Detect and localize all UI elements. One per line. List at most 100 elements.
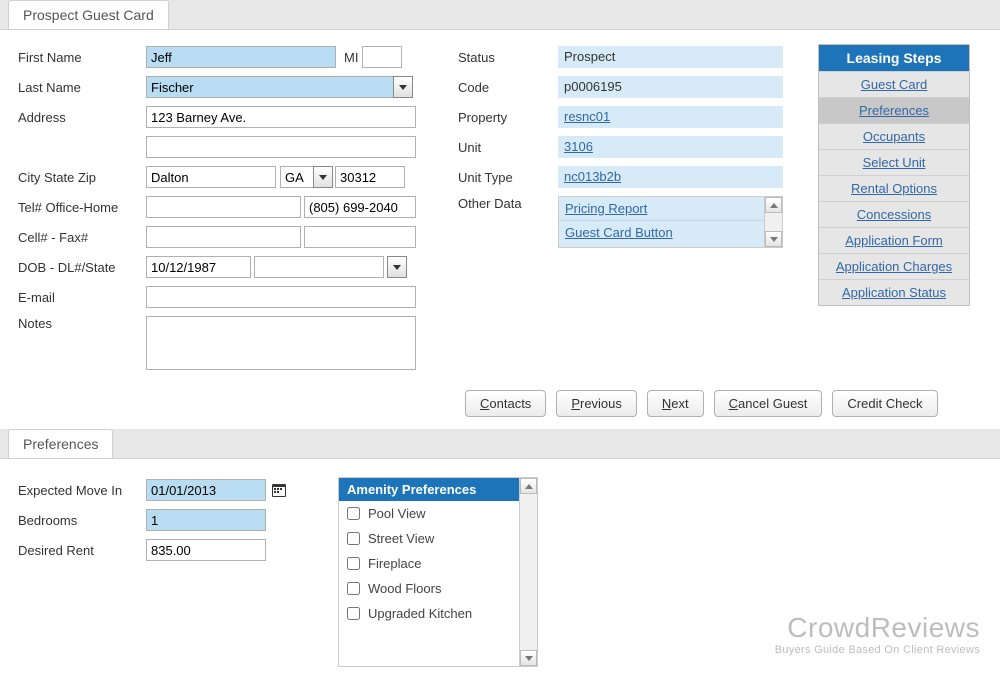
- address-input[interactable]: [146, 106, 416, 128]
- other-data-row: Guest Card Button: [559, 221, 782, 245]
- leasing-item-concessions[interactable]: Concessions: [819, 201, 969, 227]
- property-link[interactable]: resnc01: [564, 109, 610, 124]
- last-name-label: Last Name: [18, 80, 146, 95]
- amenity-label: Wood Floors: [368, 581, 441, 596]
- scroll-up-button[interactable]: [765, 197, 782, 213]
- leasing-item-preferences[interactable]: Preferences: [819, 97, 969, 123]
- chevron-down-icon: [399, 85, 407, 90]
- cancel-button[interactable]: Cancel Guest: [714, 390, 823, 417]
- rent-input[interactable]: [146, 539, 266, 561]
- streetview-checkbox[interactable]: [347, 532, 360, 545]
- bedrooms-label: Bedrooms: [18, 513, 146, 528]
- scroll-down-button[interactable]: [520, 650, 537, 666]
- unit-value: 3106: [558, 136, 783, 158]
- amenity-item-woodfloors[interactable]: Wood Floors: [339, 576, 537, 601]
- unit-link[interactable]: 3106: [564, 139, 593, 154]
- calendar-icon[interactable]: [270, 481, 288, 499]
- dlnum-input[interactable]: [254, 256, 384, 278]
- leasing-item-rentaloptions[interactable]: Rental Options: [819, 175, 969, 201]
- first-name-label: First Name: [18, 50, 146, 65]
- amenity-scrollbar[interactable]: [519, 478, 537, 666]
- rent-label: Desired Rent: [18, 543, 146, 558]
- email-label: E-mail: [18, 290, 146, 305]
- scroll-up-button[interactable]: [520, 478, 537, 494]
- amenity-label: Fireplace: [368, 556, 421, 571]
- bedrooms-input[interactable]: [146, 509, 266, 531]
- last-name-input[interactable]: [146, 76, 394, 98]
- chevron-down-icon: [525, 656, 533, 661]
- leasing-item-guestcard[interactable]: Guest Card: [819, 71, 969, 97]
- leasing-steps-panel: Leasing Steps Guest Card Preferences Occ…: [818, 44, 970, 306]
- amenity-label: Upgraded Kitchen: [368, 606, 472, 621]
- amenity-item-upgradedkitchen[interactable]: Upgraded Kitchen: [339, 601, 537, 626]
- otherdata-label: Other Data: [458, 196, 558, 211]
- address2-input[interactable]: [146, 136, 416, 158]
- email-input[interactable]: [146, 286, 416, 308]
- csz-label: City State Zip: [18, 170, 146, 185]
- leasing-item-selectunit[interactable]: Select Unit: [819, 149, 969, 175]
- leasing-item-appstatus[interactable]: Application Status: [819, 279, 969, 305]
- chevron-up-icon: [770, 203, 778, 208]
- amenity-preferences-box: Amenity Preferences Pool View Street Vie…: [338, 477, 538, 667]
- guest-card-title: Prospect Guest Card: [8, 0, 169, 29]
- dob-label: DOB - DL#/State: [18, 260, 146, 275]
- last-name-dropdown[interactable]: [393, 76, 413, 98]
- first-name-input[interactable]: [146, 46, 336, 68]
- watermark: CrowdReviews Buyers Guide Based On Clien…: [775, 612, 980, 656]
- leasing-item-occupants[interactable]: Occupants: [819, 123, 969, 149]
- chevron-down-icon: [770, 237, 778, 242]
- zip-input[interactable]: [335, 166, 405, 188]
- tel-office-input[interactable]: [146, 196, 301, 218]
- guest-card-header: Prospect Guest Card: [0, 0, 1000, 30]
- guest-card-button-link[interactable]: Guest Card Button: [565, 225, 673, 240]
- property-label: Property: [458, 110, 558, 125]
- middle-column: Status Prospect Code p0006195 Property r…: [458, 44, 798, 374]
- dlstate-dropdown[interactable]: [387, 256, 407, 278]
- fax-input[interactable]: [304, 226, 416, 248]
- upgradedkitchen-checkbox[interactable]: [347, 607, 360, 620]
- guest-card-body: First Name MI Last Name Address City Sta…: [0, 30, 1000, 384]
- tel-label: Tel# Office-Home: [18, 200, 146, 215]
- notes-textarea[interactable]: [146, 316, 416, 370]
- fireplace-checkbox[interactable]: [347, 557, 360, 570]
- property-value: resnc01: [558, 106, 783, 128]
- right-column: Leasing Steps Guest Card Preferences Occ…: [818, 44, 990, 374]
- state-input[interactable]: [280, 166, 314, 188]
- amenity-label: Street View: [368, 531, 434, 546]
- poolview-checkbox[interactable]: [347, 507, 360, 520]
- movein-input[interactable]: [146, 479, 266, 501]
- next-button[interactable]: Next: [647, 390, 704, 417]
- amenity-header: Amenity Preferences: [339, 478, 537, 501]
- pricing-report-link[interactable]: Pricing Report: [565, 201, 647, 216]
- woodfloors-checkbox[interactable]: [347, 582, 360, 595]
- scroll-down-button[interactable]: [765, 231, 782, 247]
- amenity-label: Pool View: [368, 506, 426, 521]
- credit-check-button[interactable]: Credit Check: [832, 390, 937, 417]
- other-data-scrollbar[interactable]: [764, 197, 782, 247]
- chevron-down-icon: [393, 265, 401, 270]
- mi-label: MI: [344, 50, 358, 65]
- dob-input[interactable]: [146, 256, 251, 278]
- amenity-item-fireplace[interactable]: Fireplace: [339, 551, 537, 576]
- amenity-item-streetview[interactable]: Street View: [339, 526, 537, 551]
- contacts-button[interactable]: Contacts: [465, 390, 546, 417]
- other-data-list: Pricing Report Guest Card Button: [558, 196, 783, 248]
- amenity-item-poolview[interactable]: Pool View: [339, 501, 537, 526]
- tel-home-input[interactable]: [304, 196, 416, 218]
- mi-input[interactable]: [362, 46, 402, 68]
- leasing-item-appcharges[interactable]: Application Charges: [819, 253, 969, 279]
- chevron-up-icon: [525, 484, 533, 489]
- state-dropdown[interactable]: [313, 166, 333, 188]
- unittype-link[interactable]: nc013b2b: [564, 169, 621, 184]
- preferences-header: Preferences: [0, 429, 1000, 459]
- leasing-header: Leasing Steps: [819, 45, 969, 71]
- previous-button[interactable]: Previous: [556, 390, 637, 417]
- city-input[interactable]: [146, 166, 276, 188]
- chevron-down-icon: [319, 175, 327, 180]
- code-value: p0006195: [558, 76, 783, 98]
- cell-input[interactable]: [146, 226, 301, 248]
- unit-label: Unit: [458, 140, 558, 155]
- action-buttons: Contacts Previous Next Cancel Guest Cred…: [455, 384, 1000, 429]
- leasing-item-appform[interactable]: Application Form: [819, 227, 969, 253]
- watermark-subtitle: Buyers Guide Based On Client Reviews: [775, 644, 980, 656]
